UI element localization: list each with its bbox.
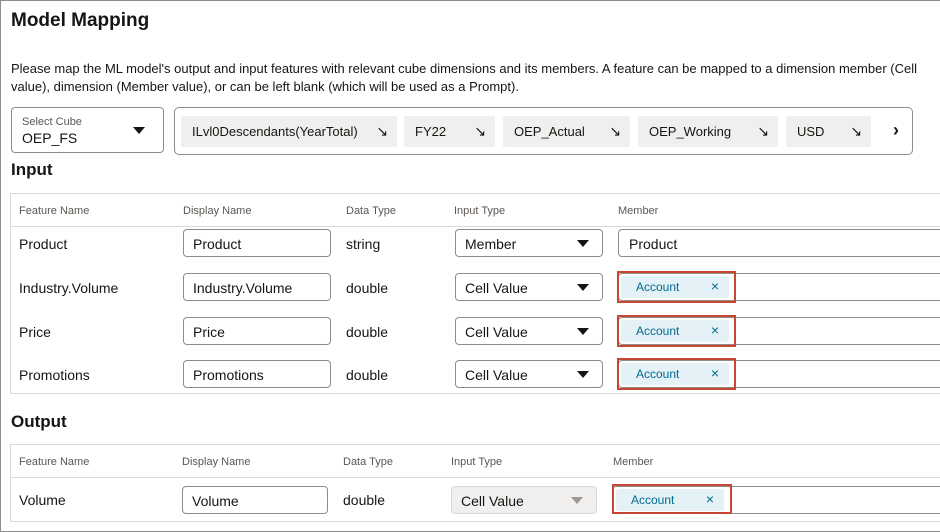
chevron-down-icon (577, 240, 589, 247)
chevron-down-icon (133, 127, 145, 134)
member-chip: Account × (616, 489, 724, 511)
member-chip: Account × (621, 276, 729, 298)
output-table: Feature Name Display Name Data Type Inpu… (10, 444, 940, 522)
input-type-select[interactable]: Cell Value (455, 317, 603, 345)
col-header-display-name: Display Name (182, 456, 251, 468)
display-name-field[interactable]: Product (183, 229, 331, 257)
col-header-data-type: Data Type (346, 205, 396, 217)
data-type: double (346, 280, 389, 296)
feature-name: Volume (19, 492, 66, 508)
col-header-data-type: Data Type (343, 456, 393, 468)
pov-chip-version[interactable]: OEP_Working ↘ (638, 116, 778, 147)
feature-name: Price (19, 324, 51, 340)
cube-select-value: OEP_FS (22, 130, 78, 146)
input-type-value: Member (465, 236, 517, 252)
close-icon[interactable]: × (711, 278, 719, 294)
close-icon[interactable]: × (706, 491, 714, 507)
page-description: Please map the ML model's output and inp… (11, 61, 917, 94)
data-type: double (343, 492, 386, 508)
pov-chip-currency[interactable]: USD ↘ (786, 116, 871, 147)
col-header-input-type: Input Type (454, 205, 506, 217)
expand-arrow-icon: ↘ (609, 123, 621, 139)
member-chip: Account × (621, 320, 729, 342)
chevron-down-icon (577, 284, 589, 291)
member-chip: Account × (621, 363, 729, 385)
close-icon[interactable]: × (711, 365, 719, 381)
input-type-select[interactable]: Member (455, 229, 603, 257)
input-type-value: Cell Value (465, 367, 528, 383)
member-highlight: Account × (617, 315, 736, 347)
input-type-value: Cell Value (465, 324, 528, 340)
member-chip-label: Account (636, 367, 680, 381)
header-divider (11, 226, 940, 227)
display-name-field[interactable]: Price (183, 317, 331, 345)
display-name-field[interactable]: Industry.Volume (183, 273, 331, 301)
expand-arrow-icon: ↘ (757, 123, 769, 139)
pov-chip-scenario[interactable]: OEP_Actual ↘ (503, 116, 630, 147)
display-name-field[interactable]: Volume (182, 486, 328, 514)
member-highlight: Account × (617, 358, 736, 390)
input-table: Feature Name Display Name Data Type Inpu… (10, 193, 940, 394)
member-highlight: Account × (617, 271, 736, 303)
member-chip-label: Account (636, 280, 680, 294)
expand-arrow-icon: ↘ (850, 123, 862, 139)
pov-chip-label: ILvl0Descendants(YearTotal) (192, 124, 358, 139)
member-chip-label: Account (636, 324, 680, 338)
member-field[interactable]: Product (618, 229, 940, 257)
col-header-input-type: Input Type (451, 456, 503, 468)
pov-chip-label: OEP_Actual (514, 124, 585, 139)
cube-select[interactable]: Select Cube OEP_FS (11, 107, 164, 153)
col-header-member: Member (613, 456, 654, 468)
close-icon[interactable]: × (711, 322, 719, 338)
input-type-select[interactable]: Cell Value (455, 273, 603, 301)
col-header-feature-name: Feature Name (19, 205, 90, 217)
pov-chip-label: OEP_Working (649, 124, 732, 139)
chevron-down-icon (571, 497, 583, 504)
input-heading: Input (11, 160, 53, 179)
expand-arrow-icon: ↘ (376, 123, 388, 139)
header-divider (11, 477, 940, 478)
col-header-feature-name: Feature Name (19, 456, 90, 468)
feature-name: Promotions (19, 367, 90, 383)
member-chip-label: Account (631, 493, 675, 507)
data-type: double (346, 367, 389, 383)
pov-chip-label: USD (797, 124, 825, 139)
pov-chip-year[interactable]: ILvl0Descendants(YearTotal) ↘ (181, 116, 397, 147)
input-type-value: Cell Value (461, 493, 524, 509)
pov-chip-label: FY22 (415, 124, 447, 139)
chevron-down-icon (577, 371, 589, 378)
display-name-field[interactable]: Promotions (183, 360, 331, 388)
page-title: Model Mapping (11, 10, 150, 31)
input-type-select[interactable]: Cell Value (455, 360, 603, 388)
col-header-member: Member (618, 205, 659, 217)
input-type-value: Cell Value (465, 280, 528, 296)
chevron-right-icon[interactable]: › (893, 120, 899, 141)
data-type: double (346, 324, 389, 340)
feature-name: Product (19, 236, 68, 252)
member-highlight: Account × (612, 484, 732, 514)
data-type: string (346, 236, 381, 252)
output-heading: Output (11, 412, 67, 431)
expand-arrow-icon: ↘ (474, 123, 486, 139)
cube-select-label: Select Cube (22, 116, 82, 128)
col-header-display-name: Display Name (183, 205, 252, 217)
pov-bar: ILvl0Descendants(YearTotal) ↘ FY22 ↘ OEP… (174, 107, 913, 155)
input-type-select: Cell Value (451, 486, 597, 514)
member-value: Product (629, 236, 678, 252)
chevron-down-icon (577, 328, 589, 335)
feature-name: Industry.Volume (19, 280, 119, 296)
pov-chip-scenario-year[interactable]: FY22 ↘ (404, 116, 495, 147)
